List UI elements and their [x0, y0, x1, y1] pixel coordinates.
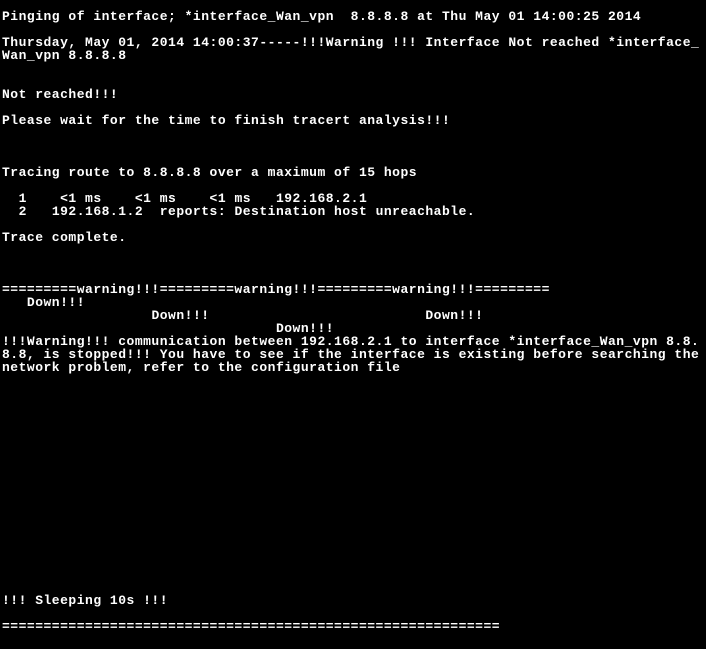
ping-header: Pinging of interface; *interface_Wan_vpn…	[2, 10, 706, 23]
trace-heading: Tracing route to 8.8.8.8 over a maximum …	[2, 166, 706, 179]
tracert-wait-message: Please wait for the time to finish trace…	[2, 114, 706, 127]
blank	[2, 127, 706, 140]
trace-hop-2: 2 192.168.1.2 reports: Destination host …	[2, 205, 706, 218]
not-reached-status: Not reached!!!	[2, 88, 706, 101]
footer-divider: ========================================…	[2, 620, 706, 633]
interface-warning: Thursday, May 01, 2014 14:00:37-----!!!W…	[2, 36, 706, 62]
blank-space	[2, 374, 706, 594]
blank	[2, 244, 706, 257]
blank	[2, 62, 706, 75]
blank	[2, 257, 706, 270]
communication-warning: !!!Warning!!! communication between 192.…	[2, 335, 706, 374]
sleeping-message: !!! Sleeping 10s !!!	[2, 594, 706, 607]
blank	[2, 140, 706, 153]
trace-complete: Trace complete.	[2, 231, 706, 244]
